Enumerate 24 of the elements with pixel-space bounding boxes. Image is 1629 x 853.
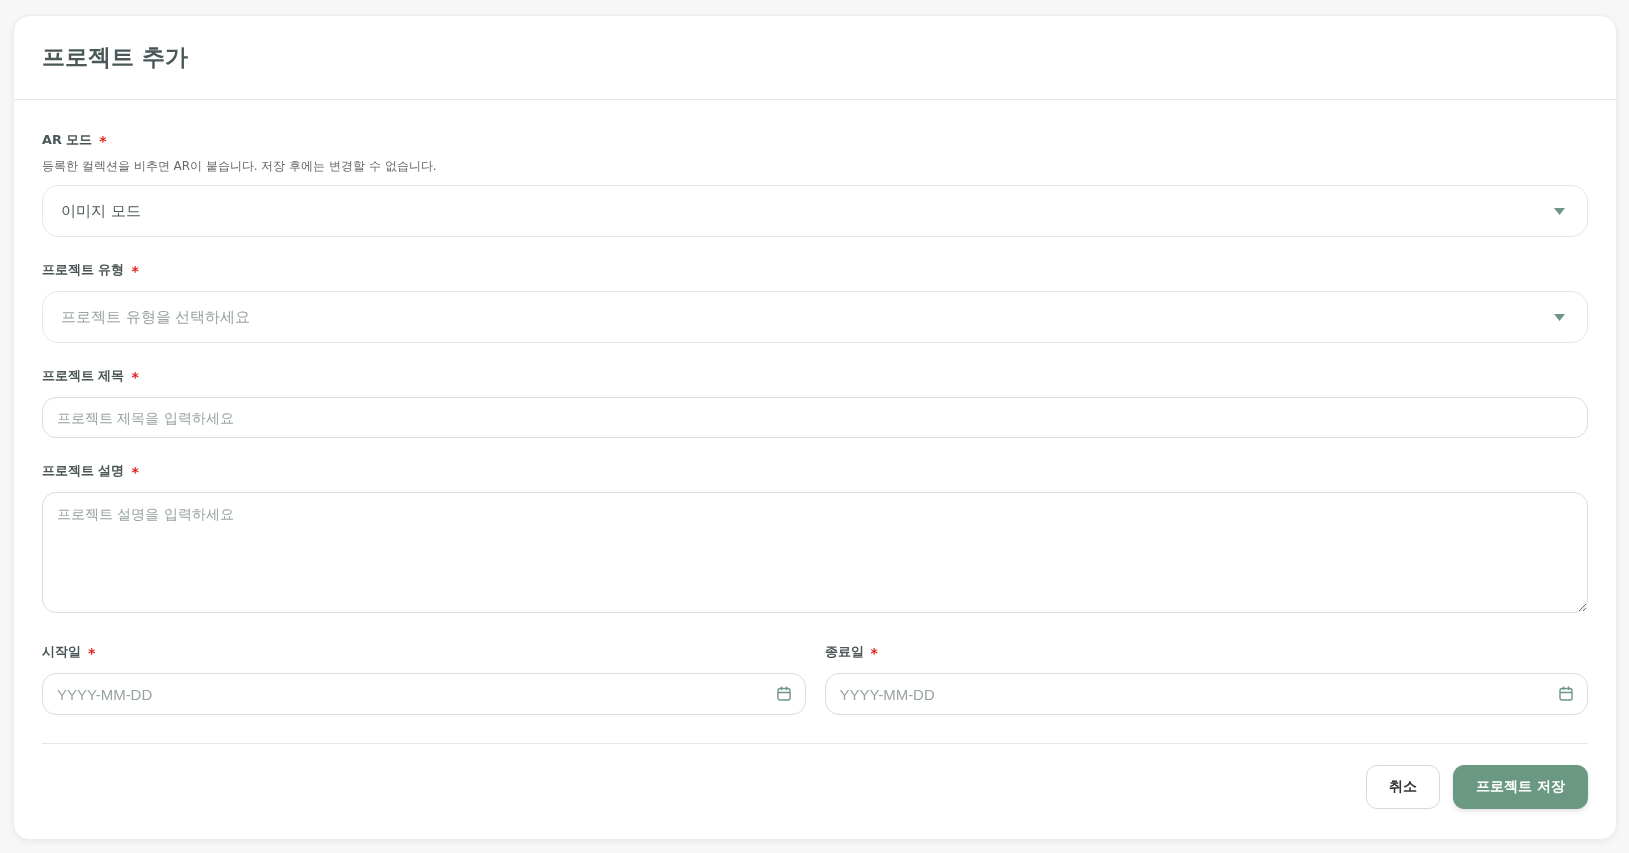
date-input[interactable]: YYYY-MM-DD: [42, 673, 806, 715]
field-label: 시작일: [42, 644, 81, 661]
required-mark: *: [131, 368, 139, 385]
dropdown-field[interactable]: 이미지 모드: [42, 185, 1588, 237]
calendar-icon[interactable]: [776, 686, 791, 701]
field-label: 프로젝트 설명: [42, 463, 125, 480]
field-label: AR 모드: [42, 132, 93, 149]
cancel-button[interactable]: 취소: [1366, 765, 1441, 809]
caret-icon: [1554, 313, 1565, 321]
textarea-field[interactable]: 프로젝트 설명을 입력하세요: [42, 492, 1588, 613]
calendar-icon[interactable]: [1559, 686, 1573, 701]
text-input[interactable]: 프로젝트 제목을 입력하세요: [42, 397, 1588, 438]
caret-icon: [1554, 207, 1565, 215]
required-mark: *: [870, 644, 878, 661]
field-label: 프로젝트 유형: [42, 262, 125, 279]
required-mark: *: [131, 262, 139, 279]
field-label: 프로젝트 제목: [42, 368, 125, 385]
field-label: 종료일: [824, 644, 864, 661]
required-mark: *: [99, 132, 107, 149]
dialog-title: 프로젝트 추가: [42, 43, 188, 72]
required-mark: *: [131, 463, 139, 480]
date-input[interactable]: YYYY-MM-DD: [824, 673, 1588, 715]
field-description: 등록한 컬렉션을 비추면 AR이 붙습니다. 저장 후에는 변경할 수 없습니다.: [42, 158, 437, 174]
required-mark: *: [88, 644, 96, 661]
